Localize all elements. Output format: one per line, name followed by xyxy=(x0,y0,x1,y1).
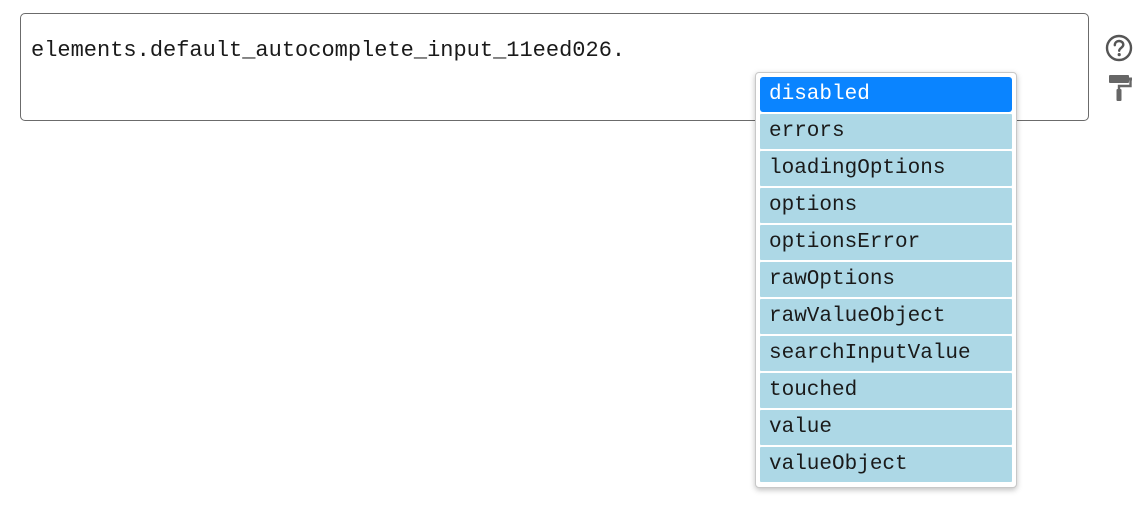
autocomplete-item-options[interactable]: options xyxy=(760,188,1012,223)
code-line[interactable]: elements.default_autocomplete_input_11ee… xyxy=(31,37,625,65)
paint-roller-icon[interactable] xyxy=(1106,73,1134,103)
autocomplete-item-disabled[interactable]: disabled xyxy=(760,77,1012,112)
autocomplete-item-optionsError[interactable]: optionsError xyxy=(760,225,1012,260)
autocomplete-item-searchInputValue[interactable]: searchInputValue xyxy=(760,336,1012,371)
autocomplete-item-errors[interactable]: errors xyxy=(760,114,1012,149)
autocomplete-item-rawValueObject[interactable]: rawValueObject xyxy=(760,299,1012,334)
autocomplete-item-loadingOptions[interactable]: loadingOptions xyxy=(760,151,1012,186)
autocomplete-item-rawOptions[interactable]: rawOptions xyxy=(760,262,1012,297)
autocomplete-list: disabled errors loadingOptions options optio… xyxy=(760,77,1012,482)
autocomplete-dropdown[interactable]: disabled errors loadingOptions options optio… xyxy=(755,72,1017,488)
question-circle-icon[interactable] xyxy=(1104,33,1134,63)
autocomplete-item-value[interactable]: value xyxy=(760,410,1012,445)
autocomplete-item-touched[interactable]: touched xyxy=(760,373,1012,408)
autocomplete-item-valueObject[interactable]: valueObject xyxy=(760,447,1012,482)
